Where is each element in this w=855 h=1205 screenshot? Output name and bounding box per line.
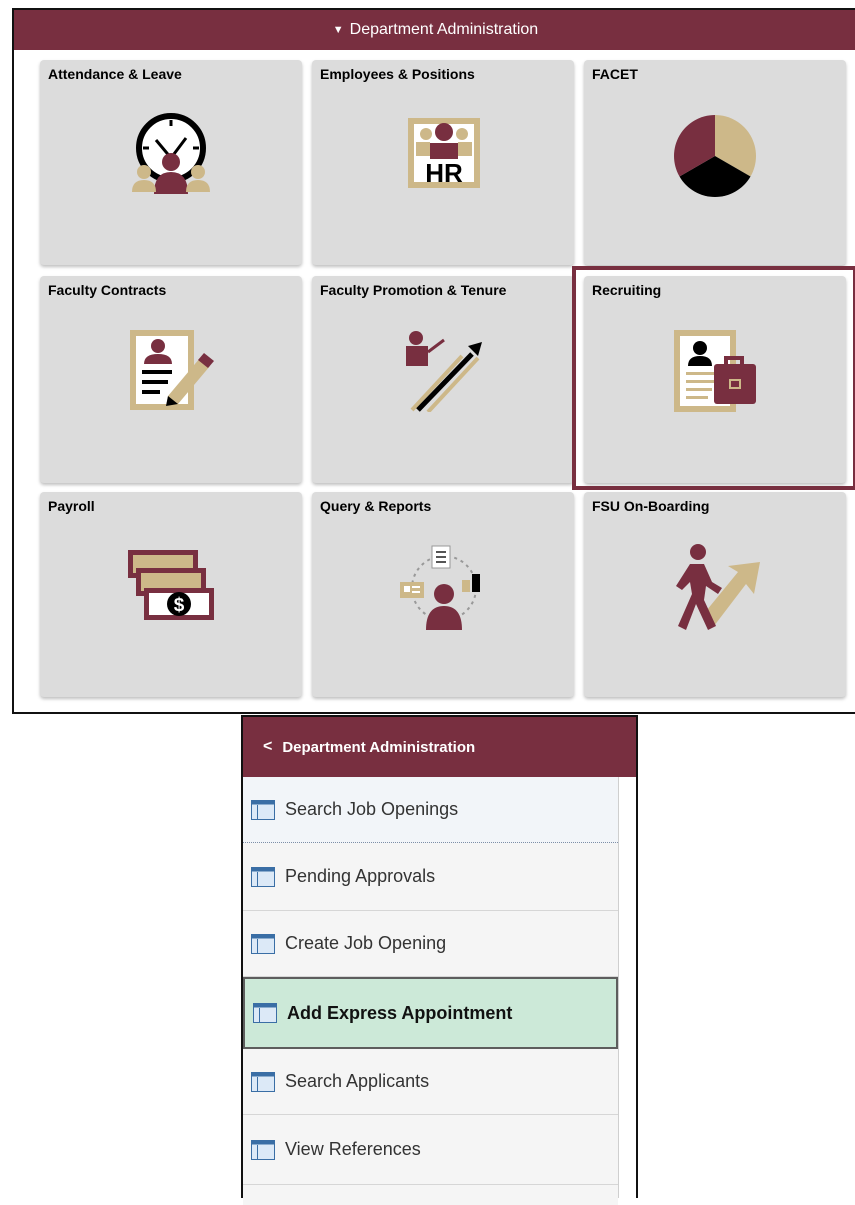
tile-title: Payroll [48,498,95,514]
page-icon [251,1139,275,1160]
walking-arrow-icon [676,544,760,630]
department-administration-panel: ▼ Department Administration Attendance &… [12,8,855,714]
menu-item-create-job-opening[interactable]: Create Job Opening [243,911,618,977]
tile-title: FACET [592,66,638,82]
query-reports-icon [400,545,480,630]
menu-header-title: Department Administration [282,738,476,756]
clock-person-icon [132,113,210,194]
contract-signing-icon [130,330,214,410]
hr-badge-icon: HR [408,118,480,188]
page-icon [251,799,275,820]
menu-item-label: Search Applicants [285,1071,430,1091]
tile-title: Query & Reports [320,498,432,514]
ladder-climb-icon [406,331,482,412]
tile-title: FSU On-Boarding [592,498,710,514]
tile-faculty-contracts[interactable]: Faculty Contracts [40,276,302,483]
collapse-triangle-icon: ▼ [332,24,344,36]
menu-item-view-references[interactable]: View References [243,1115,618,1185]
page-icon [253,1003,277,1023]
tile-recruiting[interactable]: Recruiting [584,276,846,483]
menu-item-partial[interactable] [243,1185,618,1205]
back-chevron-icon[interactable]: < [263,738,272,756]
menu-item-label: View References [285,1139,421,1159]
tile-facet[interactable]: FACET [584,60,846,265]
svg-text:HR: HR [425,158,463,188]
menu-item-search-job-openings[interactable]: Search Job Openings [243,777,618,843]
tile-attendance-leave[interactable]: Attendance & Leave [40,60,302,265]
recruiting-navigation-menu: < Department Administration Search Job O… [241,715,638,1205]
tile-employees-positions[interactable]: Employees & Positions HR [312,60,574,265]
menu-item-add-express-appointment[interactable]: Add Express Appointment [243,977,618,1049]
menu-list: Search Job Openings Pending Approvals Cr… [243,777,619,1205]
menu-item-pending-approvals[interactable]: Pending Approvals [243,843,618,911]
menu-item-label: Add Express Appointment [287,1002,513,1023]
menu-item-label: Create Job Opening [285,933,447,953]
menu-header[interactable]: < Department Administration [243,717,636,777]
tile-fsu-onboarding[interactable]: FSU On-Boarding [584,492,846,697]
tile-payroll[interactable]: Payroll $ [40,492,302,697]
menu-item-label: Pending Approvals [285,866,436,886]
page-icon [251,866,275,887]
department-administration-banner[interactable]: ▼ Department Administration [14,10,855,50]
resume-briefcase-icon [674,330,756,412]
pie-chart-icon [674,115,756,197]
page-icon [251,1071,275,1092]
tile-title: Recruiting [592,282,662,298]
page-icon [251,933,275,954]
tile-title: Faculty Promotion & Tenure [320,282,507,298]
menu-item-label: Search Job Openings [285,799,459,819]
tile-faculty-promotion-tenure[interactable]: Faculty Promotion & Tenure [312,276,574,483]
banner-title: Department Administration [349,21,539,38]
svg-text:$: $ [174,595,185,616]
tile-title: Employees & Positions [320,66,475,82]
tile-query-reports[interactable]: Query & Reports [312,492,574,697]
menu-item-search-applicants[interactable]: Search Applicants [243,1049,618,1115]
tile-title: Faculty Contracts [48,282,167,298]
tile-title: Attendance & Leave [48,66,182,82]
money-stack-icon: $ [128,550,214,620]
